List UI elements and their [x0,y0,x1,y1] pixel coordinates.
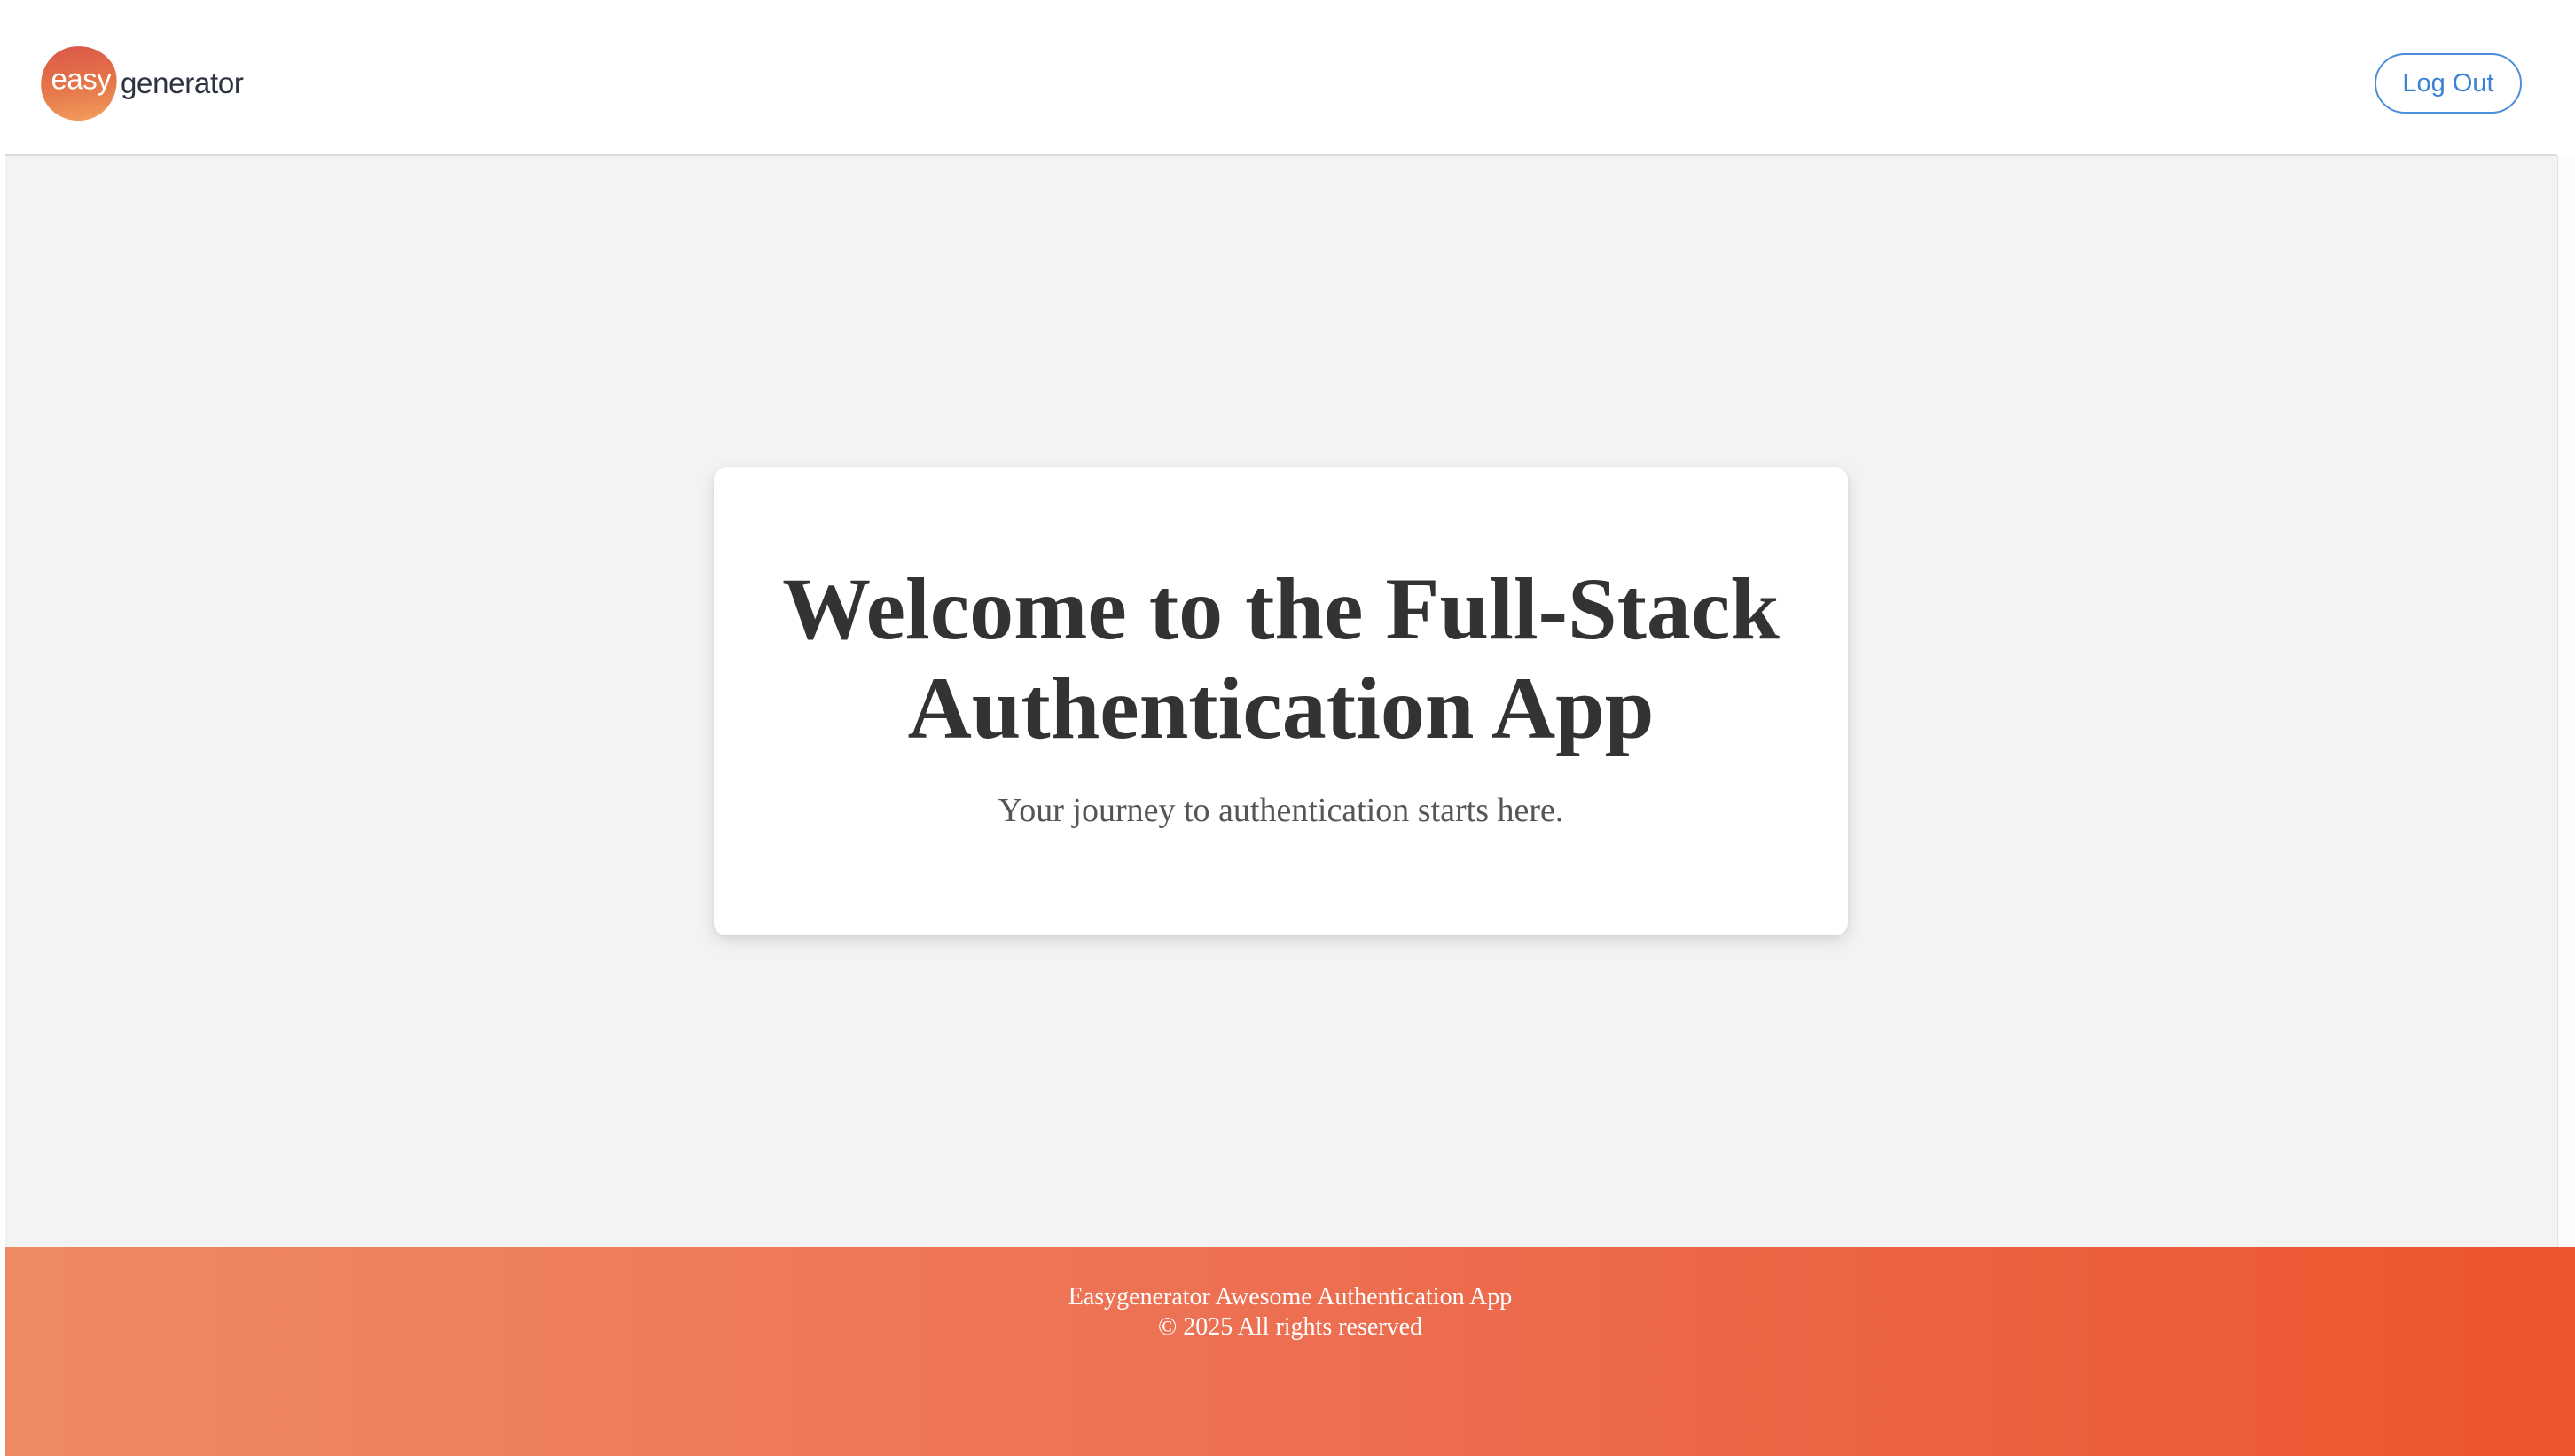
logout-button[interactable]: Log Out [2375,53,2522,114]
welcome-card: Welcome to the Full-Stack Authentication… [714,467,1848,935]
welcome-subtitle: Your journey to authentication starts he… [998,792,1564,829]
footer-copyright: © 2025 All rights reserved [1157,1313,1423,1341]
page-footer: Easygenerator Awesome Authentication App… [5,1247,2575,1456]
easygenerator-logo[interactable]: easy generator [35,41,244,126]
logo-word-easy: easy [51,62,112,96]
footer-app-name: Easygenerator Awesome Authentication App [1068,1283,1513,1311]
scrollbar-track[interactable] [2557,156,2575,1247]
top-header: easy generator Log Out [5,0,2557,156]
welcome-title: Welcome to the Full-Stack Authentication… [782,560,1780,757]
logo-word-generator: generator [121,67,244,99]
logo-blob-icon: easy [35,41,122,126]
